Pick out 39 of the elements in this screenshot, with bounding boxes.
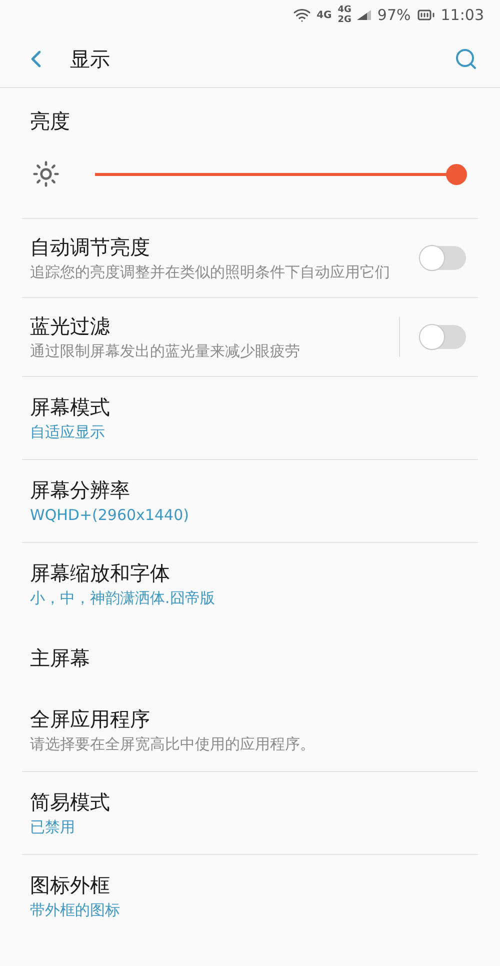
setting-value: 带外框的图标 [30,900,121,921]
setting-value: WQHD+(2960x1440) [30,505,190,526]
setting-description: 通过限制屏幕发出的蓝光量来减少眼疲劳 [30,341,301,362]
setting-title: 蓝光过滤 [30,313,111,340]
setting-description: 请选择要在全屏宽高比中使用的应用程序。 [30,734,316,755]
page-title: 显示 [70,46,111,72]
network-type: 2G [338,15,352,25]
setting-value: 已禁用 [30,817,76,838]
section-heading: 亮度 [30,108,71,135]
setting-title: 屏幕模式 [30,394,111,421]
network-type: 4G [338,5,352,15]
signal-icon [357,10,372,20]
setting-title: 图标外框 [30,872,111,899]
setting-row[interactable]: 简易模式 已禁用 [22,772,478,855]
section-heading: 主屏幕 [30,645,91,672]
setting-title: 简易模式 [30,789,111,816]
network-type: 4G [316,8,332,22]
slider-thumb[interactable] [446,164,467,184]
setting-title: 屏幕分辨率 [30,477,131,504]
setting-row[interactable]: 自动调节亮度 追踪您的亮度调整并在类似的照明条件下自动应用它们 [22,219,478,298]
setting-row[interactable]: 屏幕分辨率 WQHD+(2960x1440) [22,460,478,543]
setting-row[interactable]: 屏幕模式 自适应显示 [22,377,478,460]
battery-level: 97% [377,4,411,26]
toggle-switch[interactable] [420,246,466,270]
setting-title: 屏幕缩放和字体 [30,560,171,587]
setting-row[interactable]: 全屏应用程序 请选择要在全屏宽高比中使用的应用程序。 [22,689,478,772]
setting-row[interactable]: 蓝光过滤 通过限制屏幕发出的蓝光量来减少眼疲劳 [22,298,478,377]
setting-value: 小，中，神韵潇洒体.囧帝版 [30,588,216,609]
brightness-icon [32,160,60,188]
setting-description: 追踪您的亮度调整并在类似的照明条件下自动应用它们 [30,262,391,283]
wifi-icon [292,6,311,24]
setting-title: 自动调节亮度 [30,234,151,261]
toggle-switch[interactable] [420,325,466,349]
clock: 11:03 [440,4,484,26]
setting-title: 全屏应用程序 [30,706,151,733]
setting-row[interactable]: 图标外框 带外框的图标 [22,855,478,937]
setting-value: 自适应显示 [30,422,106,443]
setting-row[interactable]: 屏幕缩放和字体 小，中，神韵潇洒体.囧帝版 [22,543,478,625]
search-icon[interactable] [454,46,478,70]
